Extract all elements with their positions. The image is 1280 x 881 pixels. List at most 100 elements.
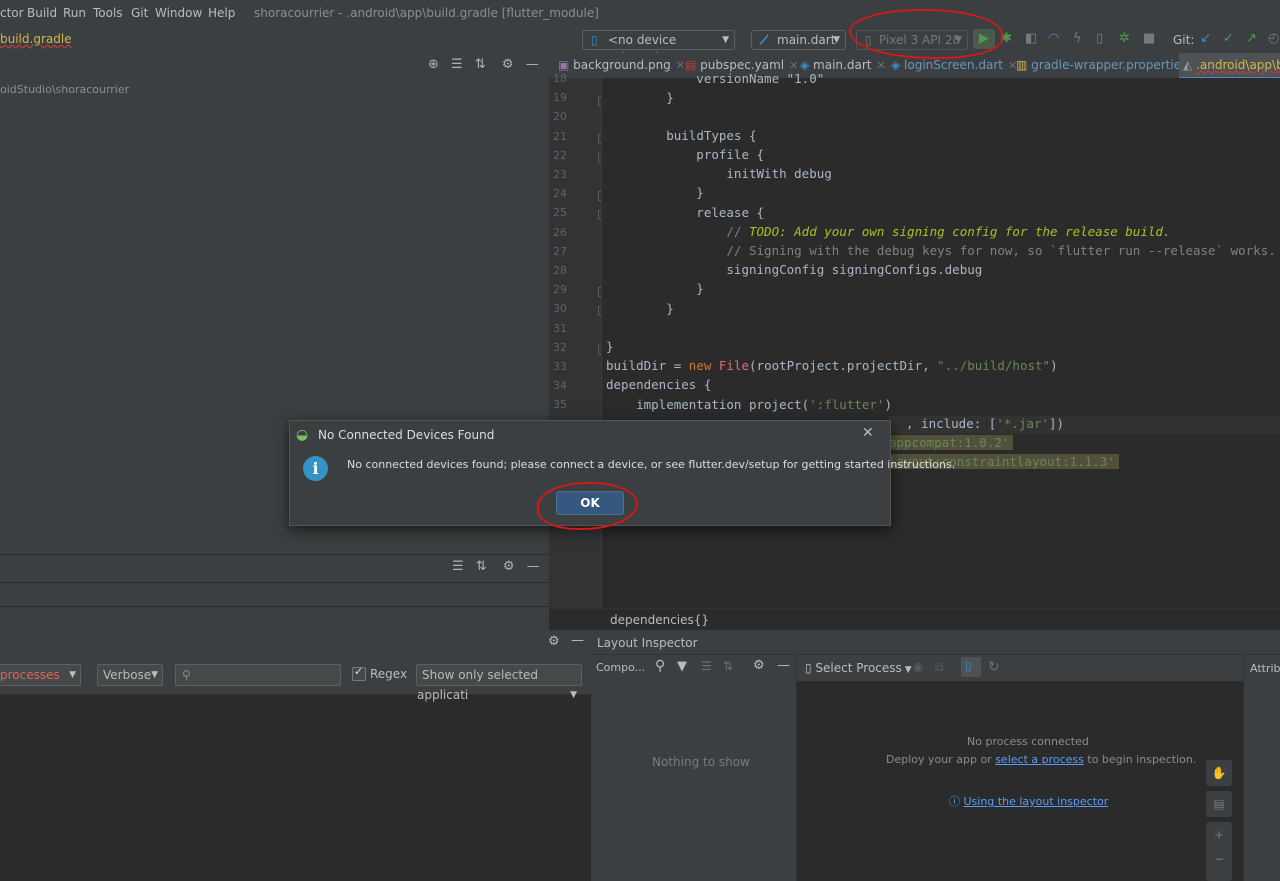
code-line: signingConfig signingConfigs.debug <box>606 262 983 277</box>
menu-item-run[interactable]: Run <box>63 6 86 20</box>
git-update-icon[interactable]: ↙ <box>1200 32 1211 46</box>
select-process-link[interactable]: select a process <box>995 753 1084 766</box>
line-number: 33 <box>553 360 567 373</box>
code-line: , include: ['*.jar']) <box>906 416 1064 431</box>
zoom-in-icon[interactable]: + <box>1206 822 1232 848</box>
tab-label: .android\app\b <box>1196 58 1280 72</box>
line-number: 35 <box>553 398 567 411</box>
select-process-dropdown[interactable]: ▯ Select Process ▼ <box>805 661 912 675</box>
tab-label: pubspec.yaml <box>700 58 785 72</box>
expand-all-icon[interactable]: ☰ <box>452 559 464 574</box>
refresh-icon[interactable]: ↻ <box>988 659 1000 675</box>
close-icon[interactable]: ✕ <box>862 425 874 441</box>
gear-icon[interactable]: ⚙ <box>548 634 560 649</box>
file-crumb[interactable]: build.gradle <box>0 32 72 46</box>
collapse-all-icon[interactable]: ⇅ <box>475 57 486 72</box>
layers-icon: ▤ <box>1213 797 1225 811</box>
stop-icon[interactable]: ■ <box>1143 32 1155 46</box>
code-line: initWith debug <box>606 166 832 181</box>
layout-inspector-title: Layout Inspector <box>597 636 698 650</box>
tab-gradle-wrapper-properties[interactable]: ▥ gradle-wrapper.properties✕ <box>1016 58 1202 72</box>
collapse-all-icon[interactable]: ⇅ <box>723 659 733 673</box>
gear-icon[interactable]: ⚙ <box>503 559 515 574</box>
divider <box>0 554 549 555</box>
process-filter-select[interactable]: processes ▼ <box>0 664 81 686</box>
device-manager-icon[interactable]: ▯ <box>1096 32 1103 46</box>
code-token: ) <box>884 397 892 412</box>
code-class: File <box>718 358 750 373</box>
run-config-selector[interactable]: ⟋ main.dart ▼ <box>751 30 846 50</box>
menu-item-tools[interactable]: Tools <box>93 6 123 20</box>
project-panel: ⊕ ☰ ⇅ ⚙ — oidStudio\shoracourrier ☰ ⇅ ⚙ … <box>0 53 549 630</box>
code-token: buildTypes { <box>666 128 757 143</box>
menu-item-git[interactable]: Git <box>131 6 148 20</box>
code-string: "../build/host" <box>937 358 1051 373</box>
minimize-icon[interactable]: — <box>777 658 790 673</box>
process-filter-label: processes <box>0 668 60 682</box>
line-number: 26 <box>553 226 567 239</box>
close-icon[interactable]: ✕ <box>876 59 885 72</box>
locate-icon[interactable]: ⊕ <box>428 57 439 72</box>
breadcrumb[interactable]: dependencies{} <box>610 613 709 627</box>
view-mode-button[interactable]: ▤ <box>1206 791 1232 817</box>
indent-guide <box>601 78 602 608</box>
code-editor[interactable]: versionName "1.0" } buildTypes { profile… <box>601 71 1280 608</box>
gear-icon[interactable]: ⚙ <box>502 57 514 72</box>
pan-button[interactable]: ✋ <box>1206 760 1232 786</box>
help-icon: ⓘ <box>949 795 964 808</box>
minimize-icon[interactable]: — <box>527 559 540 574</box>
menu-item-view[interactable]: ctor <box>0 6 24 20</box>
log-level-select[interactable]: Verbose ▼ <box>97 664 163 686</box>
history-icon[interactable]: ◴ <box>1268 32 1279 46</box>
code-token: , include: [ <box>906 416 997 431</box>
collapse-all-icon[interactable]: ⇅ <box>476 559 487 574</box>
tab-label: loginScreen.dart <box>904 58 1003 72</box>
tab-background-png[interactable]: ▣ background.png ✕ <box>558 58 685 72</box>
menu-item-help[interactable]: Help <box>208 6 235 20</box>
device-selector[interactable]: ▯ <no device selected> ▼ <box>582 30 735 65</box>
git-commit-icon[interactable]: ✓ <box>1223 32 1234 46</box>
layout-inspector-help-link[interactable]: Using the layout inspector <box>964 795 1109 808</box>
code-token: buildDir = <box>606 358 689 373</box>
logcat-search-input[interactable]: ⚲ <box>175 664 341 686</box>
zoom-out-icon[interactable]: − <box>1206 848 1232 870</box>
attach-debugger-icon[interactable]: ✲ <box>1119 32 1130 46</box>
code-line: dependencies { <box>606 377 712 392</box>
tab-loginscreen-dart[interactable]: ◈ loginScreen.dart ✕ <box>891 58 1017 72</box>
logcat-toolbar: processes ▼ Verbose ▼ ⚲ ✓ Regex Show onl… <box>0 654 591 702</box>
gear-icon[interactable]: ⚙ <box>753 658 765 673</box>
attributes-label: Attribu <box>1250 662 1280 675</box>
expand-all-icon[interactable]: ☰ <box>451 57 463 72</box>
gradle-icon: ◭ <box>1183 58 1197 72</box>
layers-icon[interactable]: ⧉ <box>935 660 944 675</box>
code-keyword: new <box>688 358 719 373</box>
deploy-suffix: to begin inspection. <box>1083 753 1197 766</box>
tab-build-gradle[interactable]: ◭ .android\app\b <box>1179 53 1280 79</box>
line-number: 25 <box>553 206 567 219</box>
expand-all-icon[interactable]: ☰ <box>701 659 712 673</box>
hot-reload-icon[interactable]: ϟ <box>1073 32 1082 46</box>
log-level-label: Verbose <box>103 668 152 682</box>
tab-pubspec-yaml[interactable]: ▤ pubspec.yaml ✕ <box>685 58 798 72</box>
menu-item-window[interactable]: Window <box>155 6 202 20</box>
tab-main-dart[interactable]: ◈ main.dart ✕ <box>800 58 886 72</box>
minimize-icon[interactable]: — <box>571 633 584 648</box>
git-push-icon[interactable]: ↗ <box>1246 32 1257 46</box>
line-number: 29 <box>553 283 567 296</box>
coverage-icon[interactable]: ◧ <box>1025 32 1037 46</box>
tab-label: main.dart <box>813 58 872 72</box>
menu-item-build[interactable]: Build <box>27 6 57 20</box>
line-number: 18 <box>553 72 567 85</box>
window-title: shoracourrier - .android\app\build.gradl… <box>254 6 599 20</box>
search-icon[interactable]: ⚲ <box>655 658 665 674</box>
filter-icon[interactable]: ▼ <box>677 659 687 674</box>
menu-bar: ctor Build Run Tools Git Window Help sho… <box>0 0 1280 27</box>
eye-icon[interactable]: ◉ <box>913 660 923 674</box>
app-filter-select[interactable]: Show only selected applicati ▼ <box>416 664 582 702</box>
profile-icon[interactable]: ◠ <box>1048 32 1059 46</box>
regex-checkbox[interactable]: ✓ <box>352 665 366 681</box>
minimize-icon[interactable]: — <box>526 57 539 72</box>
code-line: buildDir = new File(rootProject.projectD… <box>606 358 1058 373</box>
line-number: 34 <box>553 379 567 392</box>
live-updates-toggle[interactable]: ▯ <box>961 657 981 677</box>
